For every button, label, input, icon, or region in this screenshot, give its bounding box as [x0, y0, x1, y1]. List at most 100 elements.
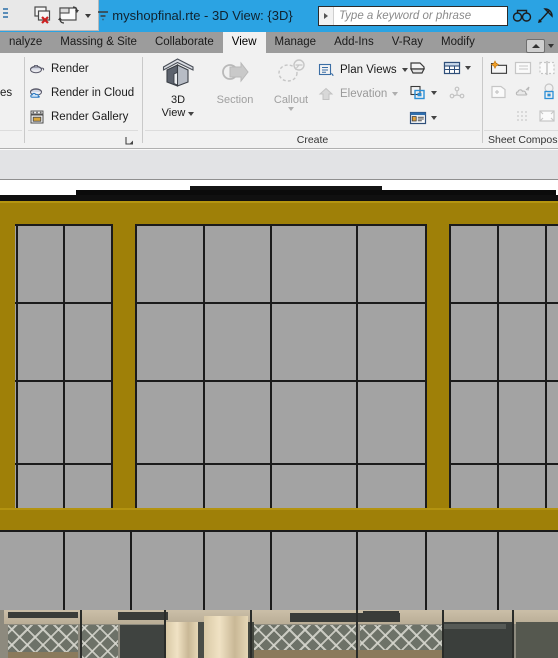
render-separator-1	[80, 610, 82, 658]
mullion-v-4	[203, 224, 205, 508]
render-separator-6	[512, 610, 514, 658]
graphics-clipped-label: es	[0, 87, 13, 99]
callout-button[interactable]: Callout	[263, 56, 319, 111]
tab-manage[interactable]: Manage	[266, 32, 326, 53]
elevation-button[interactable]: Elevation	[317, 82, 408, 106]
render-dark-opening-3	[516, 622, 558, 658]
schedules-dropdown-icon[interactable]	[465, 66, 471, 70]
callout-dropdown-icon[interactable]	[288, 107, 294, 111]
lower-mullion-v-3	[270, 530, 272, 610]
window-title: myshopfinal.rte - 3D View: {3D}	[112, 8, 293, 23]
options-bar[interactable]	[0, 149, 558, 180]
revision-cloud-icon[interactable]	[512, 81, 533, 103]
render-separator-2	[164, 610, 166, 658]
matchline-icon[interactable]	[537, 57, 558, 79]
mullion-v-9	[497, 224, 499, 508]
mullion-v-3	[135, 224, 137, 508]
render-dark-opening-head	[444, 624, 506, 629]
3d-view-dropdown-icon[interactable]	[188, 111, 195, 116]
infocenter-icons	[512, 5, 558, 27]
infocenter-search-box[interactable]: Type a keyword or phrase	[318, 6, 508, 26]
mullion-v-0	[16, 224, 18, 508]
render-gallery-icon	[28, 108, 46, 126]
mullion-v-8	[449, 224, 451, 508]
schedules-icon[interactable]	[441, 57, 463, 79]
switch-windows-dropdown[interactable]	[82, 2, 94, 28]
panel-sheet-composition-label: Sheet Compos	[484, 130, 558, 148]
elevation-dropdown-icon[interactable]	[392, 92, 399, 96]
duplicate-view-dropdown-icon[interactable]	[431, 91, 437, 95]
lower-mullion-v-5	[425, 530, 427, 610]
mullion-h-1	[0, 302, 558, 304]
modify-tool-icon[interactable]	[0, 2, 26, 28]
switch-windows-icon[interactable]	[56, 2, 82, 28]
panel-create-body: 3D View Section Callout Plan Views Eleva…	[145, 53, 480, 131]
callout-label: Callout	[273, 94, 309, 106]
3d-view-button[interactable]: 3D View	[150, 56, 206, 120]
drawing-viewport-3d[interactable]	[0, 180, 558, 610]
tab-view[interactable]: View	[222, 32, 266, 53]
search-dropdown-arrow-icon[interactable]	[319, 7, 334, 25]
section-button[interactable]: Section	[207, 56, 263, 107]
lower-curtain-wall-field	[0, 530, 558, 610]
duplicate-view-icon[interactable]	[407, 82, 429, 104]
cloud-render-icon	[28, 84, 46, 102]
legend-dropdown-icon[interactable]	[431, 116, 437, 120]
legend-icon[interactable]	[407, 107, 429, 129]
tab-add-ins[interactable]: Add-Ins	[325, 32, 383, 53]
panel-divider-3	[482, 57, 483, 143]
tab-v-ray[interactable]: V-Ray	[383, 32, 432, 53]
panel-sheet-composition: Sheet Compos	[484, 53, 558, 148]
3d-view-label-line1: 3D	[170, 94, 186, 106]
mullion-h-3	[0, 463, 558, 465]
guide-grid-icon[interactable]	[512, 105, 533, 127]
view-placeholder-icon[interactable]	[512, 57, 533, 79]
tab-analyze[interactable]: nalyze	[0, 32, 51, 53]
panel-presentation-body: Render Render in Cloud Render Gallery	[28, 53, 138, 135]
view-reference-icon[interactable]	[537, 81, 558, 103]
section-label: Section	[216, 94, 254, 106]
panel-presentation-label	[28, 130, 138, 148]
lower-mullion-v-2	[203, 530, 205, 610]
panel-graphics-label	[0, 130, 22, 148]
render-button[interactable]: Render	[28, 57, 138, 81]
render-in-cloud-button[interactable]: Render in Cloud	[28, 81, 138, 105]
infocenter-search-icon[interactable]	[512, 5, 532, 27]
panel-divider-2	[142, 57, 143, 143]
render-dark-lintel-1	[8, 612, 78, 618]
drafting-view-icon[interactable]	[407, 57, 429, 79]
tab-modify[interactable]: Modify	[432, 32, 484, 53]
quick-access-toolbar	[0, 0, 108, 31]
render-gallery-button[interactable]: Render Gallery	[28, 105, 138, 129]
render-mashrabiya-panel-2	[82, 625, 118, 658]
subscription-center-icon[interactable]	[536, 5, 556, 27]
lower-mullion-v-0	[63, 530, 65, 610]
panel-create: 3D View Section Callout Plan Views Eleva…	[145, 53, 480, 148]
upper-structural-beam	[0, 201, 558, 224]
mullion-v-6	[356, 224, 358, 508]
scope-box-icon[interactable]	[446, 82, 468, 104]
render-sill-1	[254, 650, 442, 658]
rendered-elevation-strip[interactable]	[0, 610, 558, 658]
minimize-ribbon-icon[interactable]	[526, 39, 545, 53]
new-sheet-icon[interactable]	[488, 57, 509, 79]
tab-massing-and-site[interactable]: Massing & Site	[51, 32, 146, 53]
ribbon-panel-area: es Render Render in Cloud Render Gallery…	[0, 53, 558, 149]
elevation-icon	[317, 85, 335, 103]
mullion-v-10	[545, 224, 547, 508]
close-hidden-windows-icon[interactable]	[30, 2, 56, 28]
options-bar-highlight	[0, 149, 558, 150]
mullion-h-0	[0, 224, 558, 226]
title-block-icon[interactable]	[488, 81, 509, 103]
ribbon-options-chevron-down-icon[interactable]	[548, 44, 554, 48]
viewport-icon[interactable]	[537, 105, 558, 127]
render-gallery-label: Render Gallery	[51, 111, 129, 123]
lower-mullion-v-4	[356, 530, 358, 610]
graphics-dialog-launcher-icon[interactable]	[124, 135, 135, 146]
revit-application-window: myshopfinal.rte - 3D View: {3D} Type a k…	[0, 0, 558, 658]
title-bar: myshopfinal.rte - 3D View: {3D} Type a k…	[0, 0, 558, 32]
mullion-h-2	[0, 380, 558, 382]
plan-views-button[interactable]: Plan Views	[317, 58, 408, 82]
tab-collaborate[interactable]: Collaborate	[146, 32, 223, 53]
panel-create-label: Create	[145, 130, 480, 148]
